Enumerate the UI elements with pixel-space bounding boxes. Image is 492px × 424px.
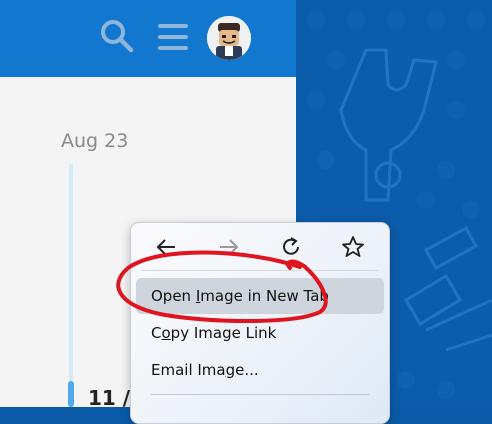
back-arrow-icon[interactable] <box>154 235 178 259</box>
top-header-bar <box>0 0 296 77</box>
reload-icon[interactable] <box>279 235 303 259</box>
menu-separator <box>141 270 379 271</box>
context-menu: Open Image in New Tab Copy Image Link Em… <box>130 222 390 424</box>
avatar[interactable] <box>207 16 251 60</box>
hamburger-menu-icon[interactable] <box>157 22 189 56</box>
context-menu-nav-row <box>131 223 389 271</box>
menu-separator <box>151 394 369 395</box>
bookmark-star-icon[interactable] <box>341 235 365 259</box>
email-image-item[interactable]: Email Image... <box>136 352 384 388</box>
timeline-handle[interactable] <box>68 381 74 407</box>
timeline-track[interactable] <box>69 164 73 407</box>
forward-arrow-icon <box>217 235 241 259</box>
post-position-indicator: 11 / <box>88 386 131 410</box>
open-image-in-new-tab-item[interactable]: Open Image in New Tab <box>136 278 384 314</box>
copy-image-link-item[interactable]: Copy Image Link <box>136 315 384 351</box>
search-icon[interactable] <box>99 18 135 58</box>
date-label: Aug 23 <box>61 130 129 152</box>
